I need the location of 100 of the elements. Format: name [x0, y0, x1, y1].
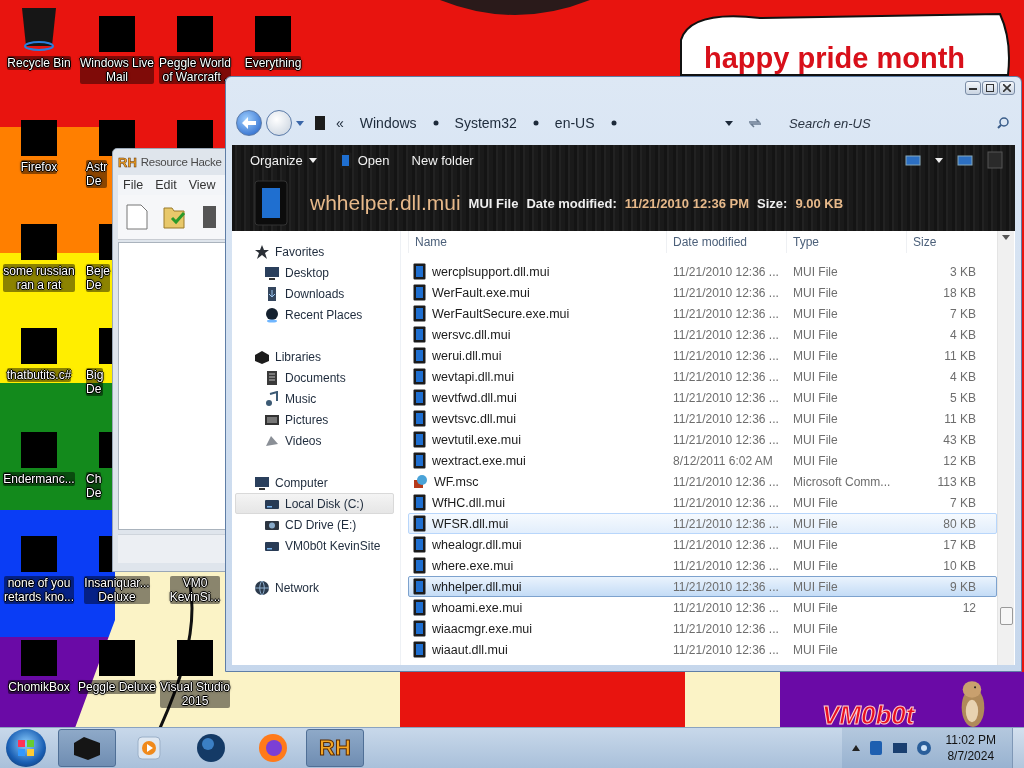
file-name: wersvc.dll.mui — [432, 327, 511, 342]
size-cell-text: 4 KB — [949, 369, 977, 384]
monitor-icon — [264, 264, 280, 281]
file-name: whealogr.dll.mui — [432, 537, 522, 552]
search-field[interactable]: Search en-US — [787, 114, 997, 132]
file-row[interactable]: wevtutil.exe.mui 11/21/2010 12:36 ... MUI File 43 KB — [408, 429, 997, 450]
tray-app-icon[interactable] — [867, 740, 884, 756]
file-icon — [413, 284, 426, 301]
date-cell-text: 8/12/2011 6:02 AM — [672, 453, 774, 468]
nav-item[interactable]: Favorites — [235, 241, 394, 262]
breadcrumb-item[interactable]: System32 — [448, 115, 523, 131]
file-name: wextract.exe.mui — [432, 453, 526, 468]
desktop-icon-label[interactable]: none of you retards kno... — [4, 576, 74, 604]
toolbar-button[interactable]: New folder — [405, 150, 480, 170]
nav-item[interactable]: CD Drive (E:) — [235, 514, 394, 535]
nav-item[interactable]: Downloads — [235, 283, 394, 304]
nav-item[interactable]: Libraries — [235, 346, 394, 367]
file-row[interactable]: wevtfwd.dll.mui 11/21/2010 12:36 ... MUI File 5 KB — [408, 387, 997, 408]
breadcrumb-item[interactable]: Windows — [353, 115, 423, 131]
desktop-icon-label[interactable]: Windows Live Mail — [80, 56, 154, 84]
scroll-thumb[interactable] — [999, 607, 1013, 625]
nav-item[interactable]: Pictures — [235, 409, 394, 430]
file-row[interactable]: wextract.exe.mui 8/12/2011 6:02 AM MUI File 12 KB — [408, 450, 997, 471]
minimize-button[interactable] — [965, 81, 981, 95]
column-header[interactable]: Date modified — [666, 231, 786, 253]
file-row[interactable]: WerFault.exe.mui 11/21/2010 12:36 ... MUI File 18 KB — [408, 282, 997, 303]
file-name: wercplsupport.dll.mui — [432, 264, 550, 279]
file-row[interactable]: wevtapi.dll.mui 11/21/2010 12:36 ... MUI File 4 KB — [408, 366, 997, 387]
nav-item[interactable]: Computer — [235, 472, 394, 493]
nav-item[interactable]: Local Disk (C:) — [235, 493, 394, 514]
date-cell-text: 11/21/2010 12:36 ... — [672, 621, 780, 636]
open-folder-icon[interactable] — [162, 204, 188, 230]
nav-item[interactable]: Music — [235, 388, 394, 409]
back-button[interactable] — [236, 110, 262, 136]
scrollbar[interactable] — [997, 231, 1014, 665]
caret-icon — [296, 120, 304, 126]
nav-item[interactable]: Recent Places — [235, 304, 394, 325]
nav-item[interactable]: VM0b0t KevinSite — [235, 535, 394, 556]
forward-button[interactable] — [266, 110, 292, 136]
close-button[interactable] — [999, 81, 1015, 95]
save-icon[interactable] — [202, 204, 216, 230]
column-header[interactable]: Name — [408, 231, 666, 253]
monitor-icon[interactable] — [891, 740, 908, 756]
size-cell-text: 10 KB — [942, 558, 977, 573]
nav-item[interactable]: Desktop — [235, 262, 394, 283]
date-cell-text: 11/21/2010 12:36 ... — [672, 369, 780, 384]
star-icon — [254, 243, 270, 260]
censored-icon — [21, 640, 57, 676]
back-arrow-icon — [242, 117, 256, 129]
nav-item[interactable]: Documents — [235, 367, 394, 388]
date-cell-text: 11/21/2010 12:36 ... — [672, 474, 780, 489]
file-row[interactable]: wevtsvc.dll.mui 11/21/2010 12:36 ... MUI File 11 KB — [408, 408, 997, 429]
separator-icon[interactable] — [432, 120, 439, 126]
file-row[interactable]: whealogr.dll.mui 11/21/2010 12:36 ... MUI File 17 KB — [408, 534, 997, 555]
menu-item[interactable]: File — [118, 178, 149, 192]
separator-icon[interactable] — [610, 120, 617, 126]
file-row[interactable]: wiaaut.dll.mui 11/21/2010 12:36 ... MUI File — [408, 639, 997, 660]
column-header[interactable]: Size — [906, 231, 979, 253]
breadcrumb-item[interactable]: en-US — [548, 115, 601, 131]
view-icon[interactable] — [905, 154, 921, 166]
taskbar-button[interactable] — [58, 729, 116, 767]
speaker-icon[interactable] — [915, 740, 932, 756]
file-row[interactable]: whhelper.dll.mui 11/21/2010 12:36 ... MUI File 9 KB — [408, 576, 997, 597]
file-row[interactable]: wiaacmgr.exe.mui 11/21/2010 12:36 ... MUI File — [408, 618, 997, 639]
menu-item[interactable]: View — [183, 178, 221, 192]
file-icon — [413, 515, 426, 532]
refresh-icon[interactable] — [747, 116, 763, 130]
maximize-button[interactable] — [982, 81, 998, 95]
file-icon — [413, 347, 426, 364]
windows-logo-icon — [17, 739, 35, 757]
date-cell-text: 11/21/2010 12:36 ... — [672, 642, 780, 657]
overflow-mark[interactable]: « — [336, 115, 344, 131]
file-row[interactable]: WFSR.dll.mui 11/21/2010 12:36 ... MUI File 80 KB — [408, 513, 997, 534]
file-row[interactable]: whoami.exe.mui 11/21/2010 12:36 ... MUI File 12 — [408, 597, 997, 618]
menu-item[interactable]: Edit — [150, 178, 182, 192]
file-row[interactable]: WerFaultSecure.exe.mui 11/21/2010 12:36 ... MUI File 7 KB — [408, 303, 997, 324]
preview-pane-icon[interactable] — [957, 154, 973, 166]
file-name: wiaaut.dll.mui — [432, 642, 508, 657]
file-row[interactable]: wersvc.dll.mui 11/21/2010 12:36 ... MUI File 4 KB — [408, 324, 997, 345]
separator-icon[interactable] — [532, 120, 539, 126]
clock-date[interactable]: 8/7/2024 — [947, 748, 995, 764]
nav-item[interactable]: Network — [235, 577, 394, 598]
type-cell-text: MUI File — [792, 642, 839, 657]
file-row[interactable]: werui.dll.mui 11/21/2010 12:36 ... MUI File 11 KB — [408, 345, 997, 366]
size-cell-text: 4 KB — [949, 327, 977, 342]
toolbar-button[interactable]: Organize — [244, 150, 323, 170]
clock-time[interactable]: 11:02 PM — [945, 732, 996, 748]
up-arrow-icon[interactable] — [851, 745, 860, 751]
file-icon — [413, 641, 426, 658]
toolbar-button[interactable]: Open — [332, 149, 396, 171]
play-icon — [136, 735, 162, 761]
desktop-icon-label[interactable]: some russian ran a rat — [3, 264, 75, 292]
file-row[interactable]: WfHC.dll.mui 11/21/2010 12:36 ... MUI File 7 KB — [408, 492, 997, 513]
library-icon — [254, 348, 270, 365]
start-button[interactable] — [6, 729, 46, 767]
nav-item[interactable]: Videos — [235, 430, 394, 451]
file-row[interactable]: wercplsupport.dll.mui 11/21/2010 12:36 ... MUI File 3 KB — [408, 261, 997, 282]
file-row[interactable]: WF.msc 11/21/2010 12:36 ... Microsoft Comm... 113 KB — [408, 471, 997, 492]
column-header[interactable]: Type — [786, 231, 906, 253]
file-row[interactable]: where.exe.mui 11/21/2010 12:36 ... MUI File 10 KB — [408, 555, 997, 576]
